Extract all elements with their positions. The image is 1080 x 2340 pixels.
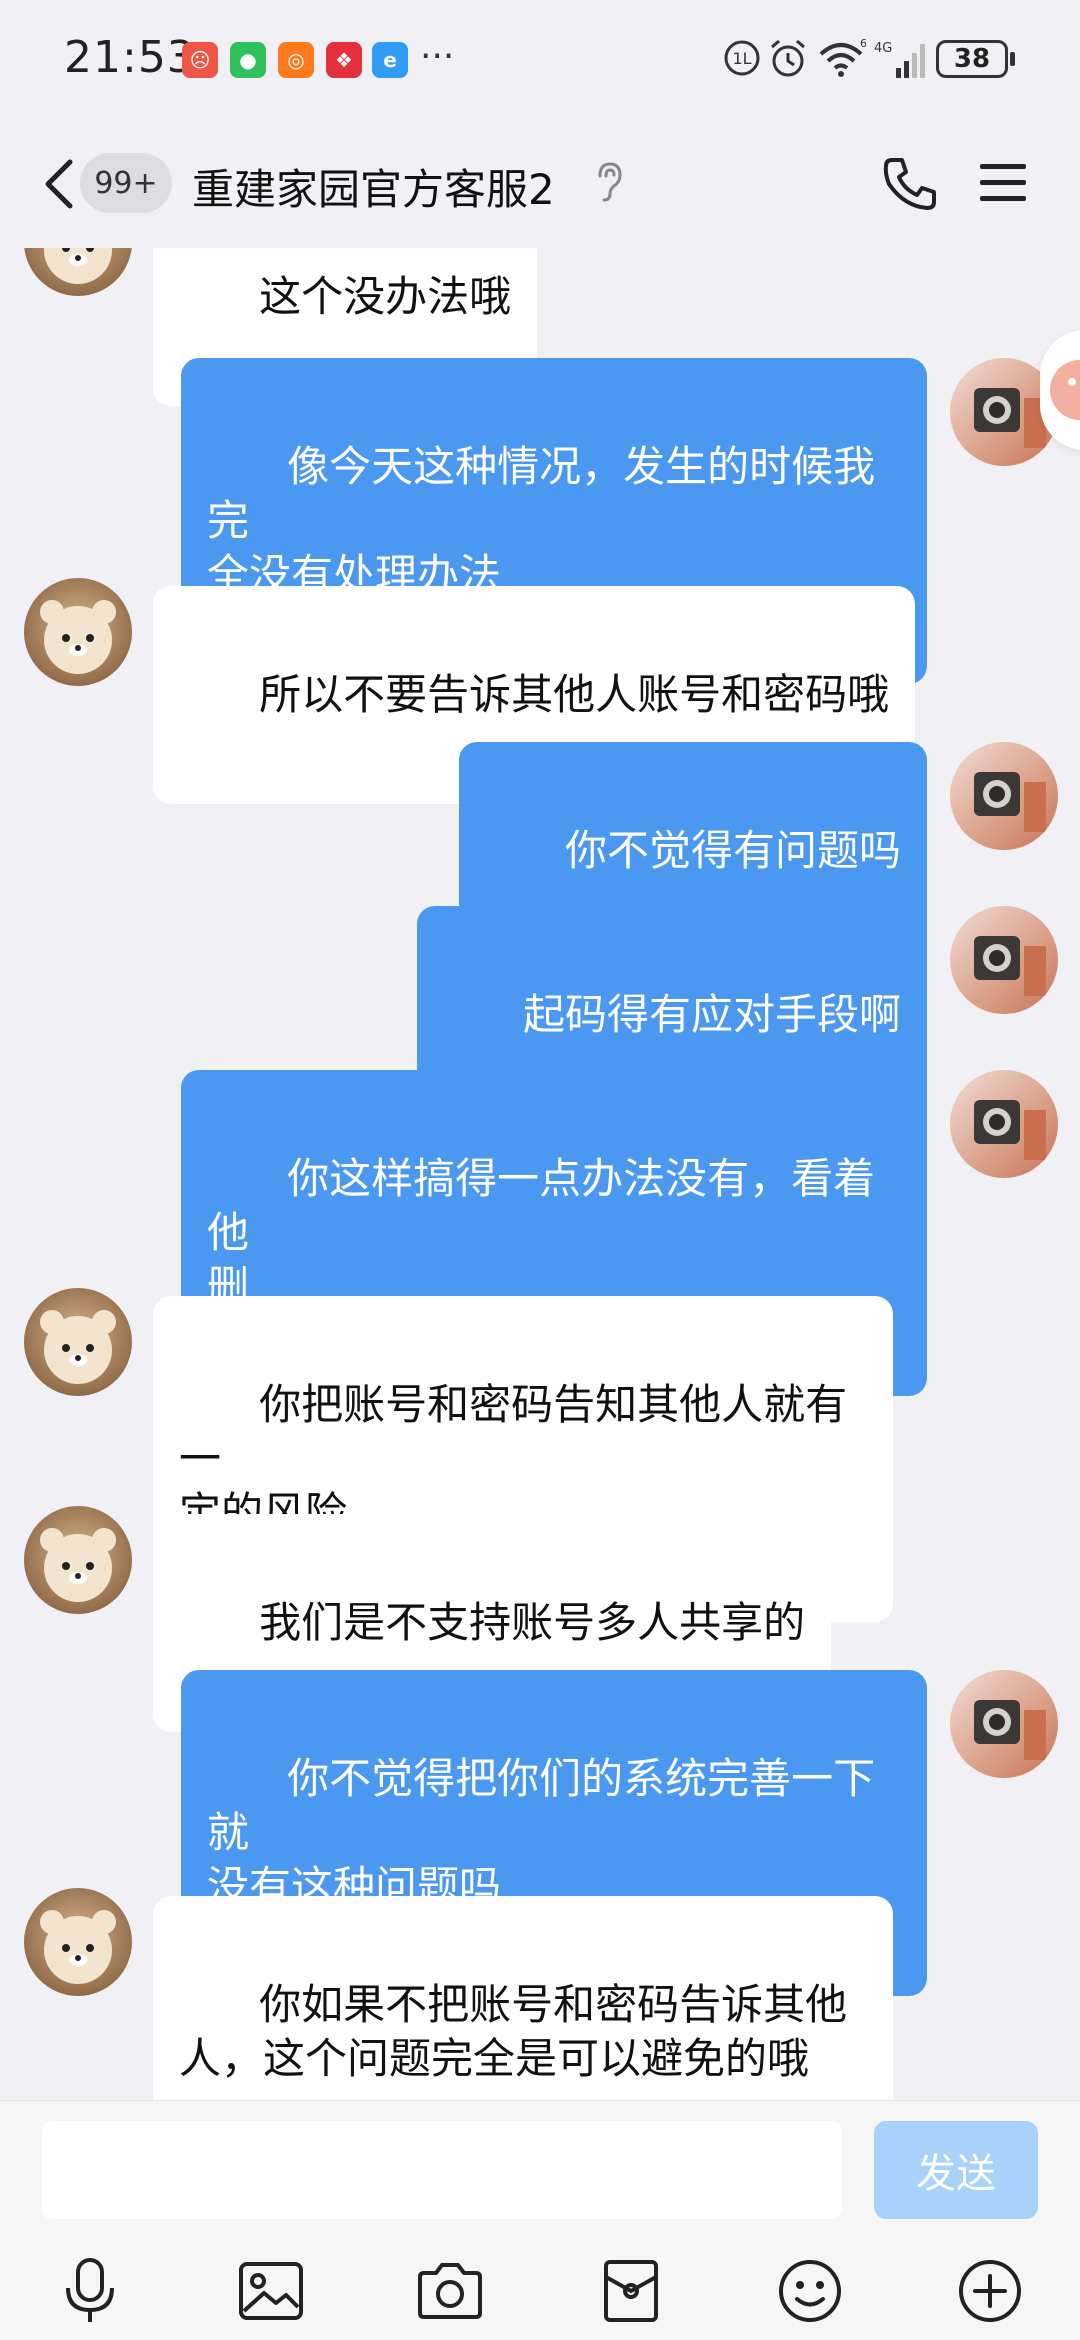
emoji-button[interactable] [770,2251,850,2331]
taobao-icon: ◎ [278,42,314,78]
camera-button[interactable] [410,2251,490,2331]
unread-count: 99+ [94,165,158,201]
message-text: 你这样搞得一点办法没有，看着他 删 [207,1154,876,1311]
message-input[interactable] [42,2121,842,2219]
red-packet-button[interactable] [591,2251,671,2331]
unread-count-badge[interactable]: 99+ [80,153,172,213]
plus-button[interactable] [950,2251,1030,2331]
svg-text:1L: 1L [732,49,751,68]
svg-text:4G: 4G [874,41,892,56]
mic-button[interactable] [50,2251,130,2331]
message-list[interactable]: 这个没办法哦 像今天这种情况，发生的时候我完 全没有处理办法 所以不要告诉其他人… [0,248,1080,2100]
emoji-icon [779,2260,841,2322]
camera-photo-avatar-icon [950,1670,1058,1778]
avatar[interactable] [24,1888,132,1996]
battery-indicator: 38 [936,40,1008,78]
bear-avatar-icon [24,1288,132,1396]
more-notifications-icon: ··· [420,36,455,77]
battery-level: 38 [953,44,991,74]
browser-icon: e [372,42,408,78]
message-text: 你不觉得有问题吗 [564,826,901,875]
cellular-signal-icon: 4G [874,41,925,78]
red-packet-icon [604,2260,658,2322]
message-text: 这个没办法哦 [259,272,512,321]
input-bar: 发送 [0,2100,1080,2340]
camera-photo-avatar-icon [950,742,1058,850]
avatar[interactable] [24,578,132,686]
avatar[interactable] [950,1070,1058,1178]
bear-avatar-icon [24,1888,132,1996]
wifi-icon: 6 [819,38,866,77]
ear-icon [598,162,622,202]
bear-avatar-icon [24,578,132,686]
message-text: 像今天这种情况，发生的时候我完 全没有处理办法 [207,442,876,599]
message-text: 所以不要告诉其他人账号和密码哦 [259,670,890,719]
hd-call-icon: 1L [724,40,760,76]
app-notification-icon: ☹ [182,42,218,78]
chat-title[interactable]: 重建家园官方客服2 [192,156,555,217]
status-bar: 21:53 ☹ ● ◎ ❖ e ··· 1L 6 4G 38 [0,0,1080,120]
bear-avatar-icon [24,248,132,296]
avatar[interactable] [950,742,1058,850]
back-arrow-icon[interactable] [40,156,80,212]
image-button[interactable] [231,2251,311,2331]
camera-icon [418,2263,482,2319]
svg-text:6: 6 [860,38,866,50]
message-text: 我们是不支持账号多人共享的 [259,1598,806,1647]
camera-photo-avatar-icon [950,1070,1058,1178]
avatar[interactable] [24,1288,132,1396]
avatar[interactable] [24,248,132,296]
message-text: 起码得有应对手段啊 [522,990,901,1039]
incoming-message[interactable]: 你如果不把账号和密码告诉其他 人，这个问题完全是可以避免的哦 [153,1896,893,2100]
send-button[interactable]: 发送 [874,2121,1038,2219]
battery-tip [1010,52,1015,66]
avatar[interactable] [950,1670,1058,1778]
mic-icon [66,2258,114,2322]
phone-call-icon[interactable] [880,154,940,214]
plus-icon [959,2260,1021,2322]
avatar[interactable] [24,1506,132,1614]
image-icon [239,2262,303,2320]
menu-icon[interactable] [978,160,1028,206]
avatar[interactable] [950,906,1058,1014]
bear-avatar-icon [24,1506,132,1614]
alarm-icon [771,39,805,77]
message-text: 你不觉得把你们的系统完善一下就 没有这种问题吗 [207,1754,876,1911]
camera-photo-avatar-icon [950,906,1058,1014]
wechat-icon: ● [230,42,266,78]
status-time: 21:53 [64,32,196,83]
message-text: 你如果不把账号和密码告诉其他 人，这个问题完全是可以避免的哦 [179,1980,848,2083]
chat-header: 99+ 重建家园官方客服2 [0,120,1080,248]
app-notification-icon: ❖ [326,42,362,78]
